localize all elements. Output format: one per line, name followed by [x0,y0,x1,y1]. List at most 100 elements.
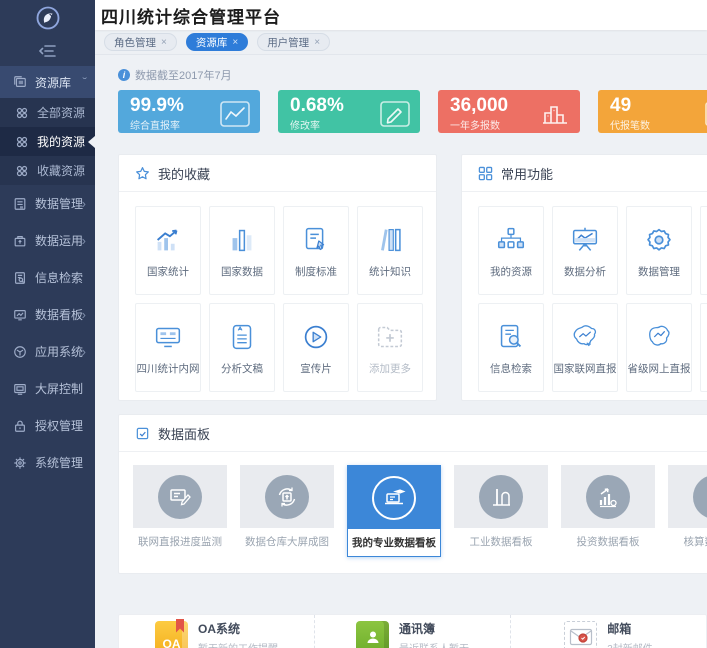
tile-label: 国家统计 [147,264,189,279]
calc-document-icon [693,475,707,519]
tile-label: 制度标准 [295,264,337,279]
quick-links-bar: OA OA系统 暂无新的工作提醒 通讯簿 最近联系人暂无 [118,614,707,648]
tab-user-management[interactable]: 用户管理 × [257,33,330,51]
monitor-chart-icon [13,308,27,322]
dashboard-tile-investment-board[interactable]: 投资数据看板 [561,465,655,557]
hierarchy-icon [494,223,528,257]
function-tile-data-analysis[interactable]: 数据分析 [552,206,618,295]
edit-icon [380,101,410,133]
favorites-grid: 国家统计 国家数据 [119,192,436,406]
dashboard-tile-industry-board[interactable]: 工业数据看板 [454,465,548,557]
common-functions-grid: 我的资源 数据分析 [462,192,707,406]
tile-label: 工业数据看板 [454,528,548,555]
panel-row: 我的收藏 国家统计 [118,154,707,401]
data-panel-header: 数据面板 [119,415,707,452]
dashboard-grid: 联网直报进度监测 数据仓库大屏成图 我的专业数据看板 [119,452,707,573]
function-tile-data-management[interactable]: 数据管理 [626,206,692,295]
sidebar-item-all-resources[interactable]: 全部资源 [0,98,95,127]
gear-icon [642,223,676,257]
tile-label: 添加更多 [369,361,411,376]
sidebar-item-data-board[interactable]: 数据看板 › [0,296,95,333]
quicklink-title: OA系统 [198,620,278,637]
favorite-tile-knowledge[interactable]: 统计知识 [357,206,423,295]
sidebar-group-resources[interactable]: 资源库 ˇ [0,66,95,98]
dashboard-tile-progress-monitor[interactable]: 联网直报进度监测 [133,465,227,557]
sidebar-collapse-button[interactable] [0,36,95,66]
document-search-icon [494,320,528,354]
grid-dots-icon [15,106,29,120]
clipboard-icon [135,426,150,441]
dashboard-tile-my-professional-board[interactable]: 我的专业数据看板 [347,465,441,557]
sidebar-item-data-usage[interactable]: 数据运用 › [0,222,95,259]
favorite-tile-analysis-docs[interactable]: 分析文稿 [209,303,275,392]
quicklink-contacts[interactable]: 通讯簿 最近联系人暂无 [314,615,510,648]
dashboard-tile-warehouse-screen[interactable]: 数据仓库大屏成图 [240,465,334,557]
sidebar-item-system-management[interactable]: 系统管理 [0,444,95,481]
display-icon [13,382,27,396]
sidebar-item-label: 系统管理 [35,454,83,471]
quicklink-subtitle: 最近联系人暂无 [399,640,469,648]
quicklink-oa-system[interactable]: OA OA系统 暂无新的工作提醒 [119,615,314,648]
building-chart-icon [540,101,570,133]
close-icon[interactable]: × [232,37,238,48]
common-functions-header: 常用功能 [462,155,707,192]
sidebar-item-authorization[interactable]: 授权管理 [0,407,95,444]
favorite-tile-standards[interactable]: 制度标准 [283,206,349,295]
chart-arrow-icon [151,223,185,257]
tile-label: 我的专业数据看板 [348,529,440,556]
favorite-tile-intranet[interactable]: 四川统计内网 [135,303,201,392]
chevron-right-icon: › [82,196,86,211]
tile-label: 数据分析 [564,264,606,279]
tab-role-management[interactable]: 角色管理 × [104,33,177,51]
investment-chart-icon [586,475,630,519]
favorite-tile-national-stats[interactable]: 国家统计 [135,206,201,295]
sidebar-item-app-systems[interactable]: 应用系统 › [0,333,95,370]
dashboard-tile-accounting-board[interactable]: 核算数据看板 [668,465,707,557]
sidebar-group-label: 资源库 [35,74,71,91]
function-tile-provincial-report[interactable]: 省级网上直报 [626,303,692,392]
sidebar-item-bigscreen-control[interactable]: 大屏控制 [0,370,95,407]
stat-card-report-rate[interactable]: 99.9% 综合直报率 [118,90,260,133]
function-tile-national-report[interactable]: 国家联网直报 [552,303,618,392]
sidebar-item-label: 数据运用 [35,232,83,249]
sidebar-item-info-search[interactable]: 信息检索 [0,259,95,296]
function-tile-clipped[interactable] [700,303,707,392]
function-tile-info-search[interactable]: 信息检索 [478,303,544,392]
sidebar-item-favorite-resources[interactable]: 收藏资源 [0,156,95,185]
oa-icon: OA [155,621,188,648]
info-icon: i [118,69,130,81]
folder-copy-icon [13,75,27,89]
play-circle-icon [299,320,333,354]
tab-resource-library[interactable]: 资源库 × [186,33,248,51]
stat-label: 综合直报率 [130,117,184,132]
favorite-tile-national-data[interactable]: 国家数据 [209,206,275,295]
oa-badge-text: OA [163,637,181,648]
favorite-tile-add-more[interactable]: 添加更多 [357,303,423,392]
presentation-chart-icon [568,223,602,257]
function-tile-my-resources[interactable]: 我的资源 [478,206,544,295]
tile-label: 宣传片 [300,361,332,376]
bar-chart-icon [225,223,259,257]
books-icon [373,223,407,257]
stat-label: 一年多报数 [450,117,508,132]
sidebar-item-data-management[interactable]: 数据管理 › [0,185,95,222]
chevron-right-icon: › [82,307,86,322]
close-icon[interactable]: × [314,37,320,48]
tile-label: 数据仓库大屏成图 [240,528,334,555]
sidebar-item-label: 我的资源 [37,133,85,150]
sidebar-item-label: 应用系统 [35,343,83,360]
app-window: 资源库 ˇ 全部资源 我的资源 [0,0,707,648]
stat-card-proxy-count[interactable]: 49 代报笔数 [598,90,707,133]
sidebar-item-label: 大屏控制 [35,380,83,397]
sidebar-item-label: 数据管理 [35,195,83,212]
close-icon[interactable]: × [161,37,167,48]
sidebar-item-label: 授权管理 [35,417,83,434]
favorite-tile-promo-video[interactable]: 宣传片 [283,303,349,392]
document-hand-icon [299,223,333,257]
quicklink-mailbox[interactable]: 邮箱 3封新邮件 [510,615,706,648]
function-tile-clipped[interactable] [700,206,707,295]
stat-card-yearly-reports[interactable]: 36,000 一年多报数 [438,90,580,133]
stat-card-modify-rate[interactable]: 0.68% 修改率 [278,90,420,133]
sidebar-item-my-resources[interactable]: 我的资源 [0,127,95,156]
folder-plus-icon [373,320,407,354]
